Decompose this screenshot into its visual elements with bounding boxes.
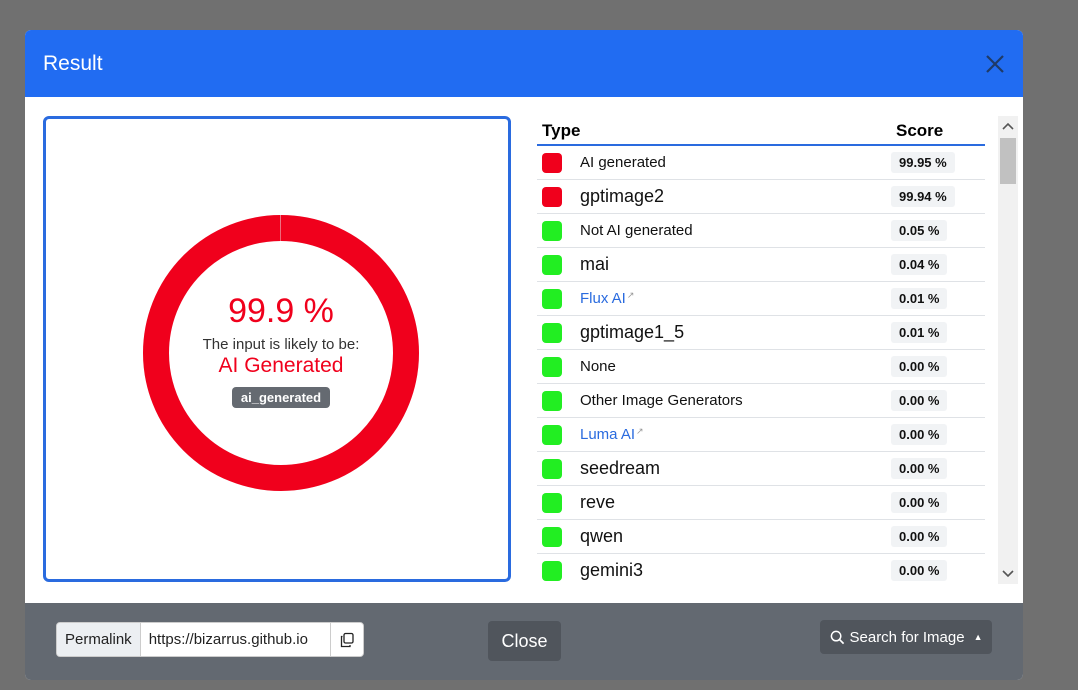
class-name-text: Other Image Generators <box>580 392 743 409</box>
table-scrollbar[interactable] <box>998 116 1018 584</box>
class-name-text: gptimage1_5 <box>580 322 685 342</box>
caret-down-icon: ▲ <box>973 632 983 642</box>
dialog-header: Result <box>25 30 1023 97</box>
class-name-text: AI generated <box>580 154 666 171</box>
score-badge: 0.01 % <box>891 288 948 309</box>
class-name: AI generated <box>580 154 891 171</box>
copy-icon[interactable] <box>329 623 363 656</box>
table-row: qwen 0.00 % <box>537 520 985 554</box>
class-color-swatch <box>542 152 562 173</box>
class-color-swatch <box>542 322 562 343</box>
dialog-body: 99.9 % The input is likely to be: AI Gen… <box>25 97 1023 603</box>
table-row: AI generated 99.95 % <box>537 146 985 180</box>
class-name-text: qwen <box>580 526 624 546</box>
class-name-text: seedream <box>580 458 661 478</box>
score-badge: 0.00 % <box>891 356 948 377</box>
class-name: gptimage1_5 <box>580 322 891 343</box>
table-row: Other Image Generators 0.00 % <box>537 384 985 418</box>
search-image-button[interactable]: Search for Image ▲ <box>820 620 992 654</box>
class-color-swatch <box>542 458 562 479</box>
score-ring: 99.9 % The input is likely to be: AI Gen… <box>143 215 419 491</box>
class-name-text: Not AI generated <box>580 222 693 239</box>
scroll-up-icon[interactable] <box>998 116 1018 136</box>
table-body: AI generated 99.95 % gptimage2 99.94 % Not A… <box>537 146 985 584</box>
class-badge: ai_generated <box>231 387 331 408</box>
result-panel: 99.9 % The input is likely to be: AI Gen… <box>43 116 511 582</box>
class-name: seedream <box>580 458 891 479</box>
class-name: Other Image Generators <box>580 392 891 409</box>
class-color-swatch <box>542 492 562 513</box>
table-row: reve 0.00 % <box>537 486 985 520</box>
score-badge: 0.00 % <box>891 492 948 513</box>
class-name-text: reve <box>580 492 616 512</box>
score-badge: 0.00 % <box>891 424 948 445</box>
verdict-label: AI Generated <box>218 354 344 377</box>
table-row: Luma AI↗ 0.00 % <box>537 418 985 452</box>
score-badge: 0.04 % <box>891 254 948 275</box>
class-color-swatch <box>542 560 562 581</box>
table-row: Flux AI↗ 0.01 % <box>537 282 985 316</box>
class-color-swatch <box>542 288 562 309</box>
close-icon[interactable] <box>983 52 1007 76</box>
class-name: gptimage2 <box>580 186 891 207</box>
class-name: reve <box>580 492 891 513</box>
search-icon <box>830 630 844 644</box>
score-badge: 99.95 % <box>891 152 955 173</box>
permalink-input[interactable]: https://bizarrus.github.io <box>141 623 330 656</box>
table-row: gptimage1_5 0.01 % <box>537 316 985 350</box>
result-dialog: Result 99.9 % The input is likely to be:… <box>25 30 1023 680</box>
class-name: None <box>580 358 891 375</box>
column-type: Type <box>542 121 581 140</box>
class-color-swatch <box>542 390 562 411</box>
class-color-swatch <box>542 254 562 275</box>
table-header: Type Score <box>537 116 985 146</box>
table-row: None 0.00 % <box>537 350 985 384</box>
close-button[interactable]: Close <box>488 621 561 661</box>
score-badge: 0.00 % <box>891 526 948 547</box>
class-name-text: mai <box>580 254 610 274</box>
score-badge: 0.00 % <box>891 458 948 479</box>
ring-center: 99.9 % The input is likely to be: AI Gen… <box>143 215 419 491</box>
search-image-label: Search for Image <box>849 628 965 646</box>
table-row: Not AI generated 0.05 % <box>537 214 985 248</box>
class-name: qwen <box>580 526 891 547</box>
class-color-swatch <box>542 526 562 547</box>
scrollbar-thumb[interactable] <box>1000 138 1016 184</box>
score-badge: 0.01 % <box>891 322 948 343</box>
class-name-text[interactable]: Luma AI <box>580 426 635 443</box>
table-row: gemini3 0.00 % <box>537 554 985 584</box>
table-row: gptimage2 99.94 % <box>537 180 985 214</box>
external-link-icon: ↗ <box>636 426 644 436</box>
table-row: seedream 0.00 % <box>537 452 985 486</box>
dialog-footer: Permalink https://bizarrus.github.io Clo… <box>25 603 1023 680</box>
score-badge: 0.00 % <box>891 390 948 411</box>
scroll-down-icon[interactable] <box>998 564 1018 584</box>
permalink-label: Permalink <box>57 623 141 656</box>
score-badge: 0.05 % <box>891 220 948 241</box>
class-color-swatch <box>542 356 562 377</box>
class-name-text: gptimage2 <box>580 186 665 206</box>
score-badge: 99.94 % <box>891 186 955 207</box>
score-percent: 99.9 % <box>228 292 334 330</box>
class-name-text: gemini3 <box>580 560 644 580</box>
class-name-link[interactable]: Luma AI↗ <box>580 426 891 443</box>
scores-table: Type Score AI generated 99.95 % gptimage2 9… <box>537 116 985 584</box>
class-color-swatch <box>542 186 562 207</box>
class-name: gemini3 <box>580 560 891 581</box>
class-name: Not AI generated <box>580 222 891 239</box>
likely-label: The input is likely to be: <box>202 336 360 353</box>
class-name-link[interactable]: Flux AI↗ <box>580 290 891 307</box>
table-row: mai 0.04 % <box>537 248 985 282</box>
class-color-swatch <box>542 424 562 445</box>
class-name-text[interactable]: Flux AI <box>580 290 626 307</box>
dialog-title: Result <box>43 51 103 75</box>
external-link-icon: ↗ <box>626 290 635 300</box>
class-name: mai <box>580 254 891 275</box>
score-badge: 0.00 % <box>891 560 948 581</box>
permalink-group: Permalink https://bizarrus.github.io <box>56 622 364 657</box>
class-name-text: None <box>580 358 616 375</box>
class-color-swatch <box>542 220 562 241</box>
column-score: Score <box>896 121 944 140</box>
